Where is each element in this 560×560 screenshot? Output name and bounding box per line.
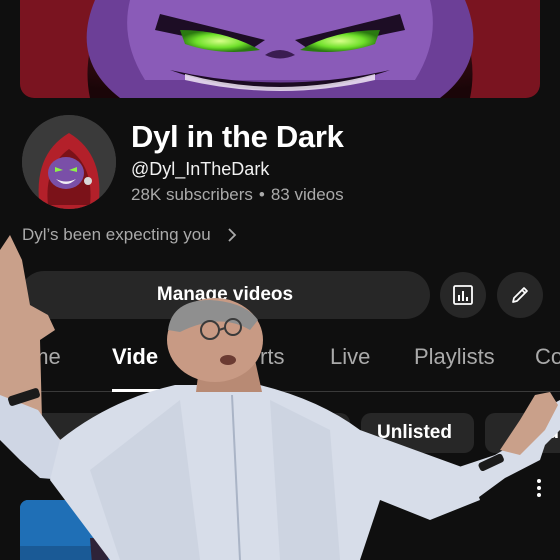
stats-separator: •	[258, 185, 265, 204]
analytics-button[interactable]	[440, 272, 486, 318]
channel-stats: 28K subscribers • 83 videos	[131, 185, 344, 205]
manage-videos-button[interactable]: Manage videos	[20, 271, 430, 319]
video-count: 83 videos	[270, 185, 344, 204]
pencil-icon	[512, 287, 528, 303]
tab-live[interactable]: Live	[330, 344, 370, 370]
edit-channel-button[interactable]	[497, 272, 543, 318]
chip-latest[interactable]: test	[22, 413, 140, 453]
tab-home[interactable]: ome	[18, 344, 61, 370]
channel-avatar[interactable]	[22, 115, 116, 209]
chip-private[interactable]: vate	[240, 413, 350, 453]
more-vert-icon[interactable]	[534, 478, 544, 498]
channel-description[interactable]: Dyl’s been expecting you	[22, 225, 237, 245]
chip-draft[interactable]: d	[485, 413, 560, 453]
subscriber-count: 28K subscribers	[131, 185, 253, 204]
video-title[interactable]: Ani	[394, 474, 419, 494]
tab-videos[interactable]: Vide	[112, 344, 158, 370]
analytics-icon	[453, 285, 473, 305]
tab-shorts[interactable]: rts	[260, 344, 284, 370]
chip-unlisted[interactable]: Unlisted	[361, 413, 474, 453]
channel-handle: @Dyl_InTheDark	[131, 159, 270, 179]
channel-tabs: ome Vide rts Live Playlists Co	[0, 330, 560, 392]
channel-page: Dyl in the Dark @Dyl_InTheDark 28K subsc…	[0, 0, 560, 560]
description-text: Dyl’s been expecting you	[22, 225, 211, 244]
tab-community[interactable]: Co	[535, 344, 560, 370]
tab-playlists[interactable]: Playlists	[414, 344, 495, 370]
active-tab-indicator	[112, 389, 172, 392]
thumbnail-image	[20, 500, 160, 560]
banner-illustration	[20, 0, 540, 98]
video-thumbnail[interactable]	[20, 500, 160, 560]
channel-banner[interactable]	[20, 0, 540, 98]
avatar-illustration	[22, 115, 116, 209]
chevron-right-icon	[228, 228, 236, 242]
channel-name: Dyl in the Dark	[131, 119, 344, 154]
